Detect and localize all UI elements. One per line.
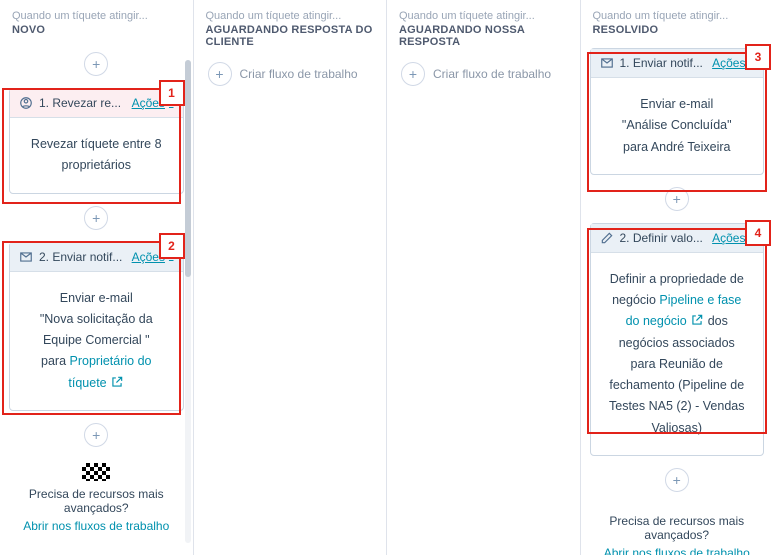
rotate-owner-icon: [19, 96, 33, 110]
column-subtitle: Quando um tíquete atingir...: [206, 10, 375, 22]
add-step-button[interactable]: +: [84, 206, 108, 230]
card-body: Enviar e-mail "Nova solicitação da Equip…: [10, 272, 183, 410]
card-actions-menu[interactable]: Ações▾: [132, 250, 174, 264]
plus-icon: +: [208, 62, 232, 86]
column-title: NOVO: [12, 24, 181, 36]
email-icon: [19, 250, 33, 264]
card-body: Revezar tíquete entre 8 proprietários: [10, 118, 183, 193]
create-workflow-button[interactable]: + Criar fluxo de trabalho: [208, 62, 358, 86]
column-title: AGUARDANDO NOSSA RESPOSTA: [399, 24, 568, 48]
add-step-button[interactable]: +: [84, 423, 108, 447]
chevron-down-icon: ▾: [169, 98, 174, 109]
chevron-down-icon: ▾: [169, 251, 174, 262]
external-link-icon: [110, 375, 124, 389]
add-step-button[interactable]: +: [665, 187, 689, 211]
column-subtitle: Quando um tíquete atingir...: [593, 10, 762, 22]
add-step-button[interactable]: +: [84, 52, 108, 76]
column-scrollbar[interactable]: [185, 60, 191, 543]
column-title: AGUARDANDO RESPOSTA DO CLIENTE: [206, 24, 375, 48]
chevron-down-icon: ▾: [749, 232, 754, 243]
end-flag-icon: [82, 463, 110, 481]
card-title: 1. Enviar notif...: [620, 56, 707, 70]
column-title: RESOLVIDO: [593, 24, 762, 36]
create-workflow-button[interactable]: + Criar fluxo de trabalho: [401, 62, 551, 86]
card-body: Enviar e-mail "Análise Concluída" para A…: [591, 78, 764, 174]
card-actions-menu[interactable]: Ações▾: [712, 231, 754, 245]
card-actions-menu[interactable]: Ações▾: [132, 96, 174, 110]
email-icon: [600, 56, 614, 70]
plus-icon: +: [401, 62, 425, 86]
column-waiting-us: Quando um tíquete atingir... AGUARDANDO …: [387, 0, 581, 555]
card-title: 2. Enviar notif...: [39, 250, 126, 264]
card-title: 2. Definir valo...: [620, 231, 707, 245]
open-in-workflows-link[interactable]: Abrir nos fluxos de trabalho: [10, 519, 183, 533]
add-step-button[interactable]: +: [665, 468, 689, 492]
card-actions-menu[interactable]: Ações▾: [712, 56, 754, 70]
column-subtitle: Quando um tíquete atingir...: [12, 10, 181, 22]
ticket-owner-link[interactable]: Proprietário do tíquete: [68, 354, 151, 389]
workflow-card-notify[interactable]: 1. Enviar notif... Ações▾ Enviar e-mail …: [590, 48, 765, 175]
open-in-workflows-link[interactable]: Abrir nos fluxos de trabalho: [591, 546, 764, 555]
pipeline-board: Quando um tíquete atingir... NOVO + 1. R…: [0, 0, 773, 555]
column-subtitle: Quando um tíquete atingir...: [399, 10, 568, 22]
chevron-down-icon: ▾: [749, 58, 754, 69]
footer-text: Precisa de recursos mais avançados?: [29, 487, 164, 515]
edit-icon: [600, 231, 614, 245]
workflow-card-set-property[interactable]: 2. Definir valo... Ações▾ Definir a prop…: [590, 223, 765, 456]
workflow-card-notify[interactable]: 2. Enviar notif... Ações▾ Enviar e-mail …: [9, 242, 184, 411]
footer-text: Precisa de recursos mais avançados?: [609, 514, 744, 542]
external-link-icon: [690, 313, 704, 327]
column-waiting-client: Quando um tíquete atingir... AGUARDANDO …: [194, 0, 388, 555]
column-resolved: Quando um tíquete atingir... RESOLVIDO 1…: [581, 0, 773, 555]
card-body: Definir a propriedade de negócio Pipelin…: [591, 253, 764, 455]
workflow-card-rotate[interactable]: 1. Revezar re... Ações▾ Revezar tíquete …: [9, 88, 184, 194]
column-novo: Quando um tíquete atingir... NOVO + 1. R…: [0, 0, 194, 555]
card-title: 1. Revezar re...: [39, 96, 126, 110]
